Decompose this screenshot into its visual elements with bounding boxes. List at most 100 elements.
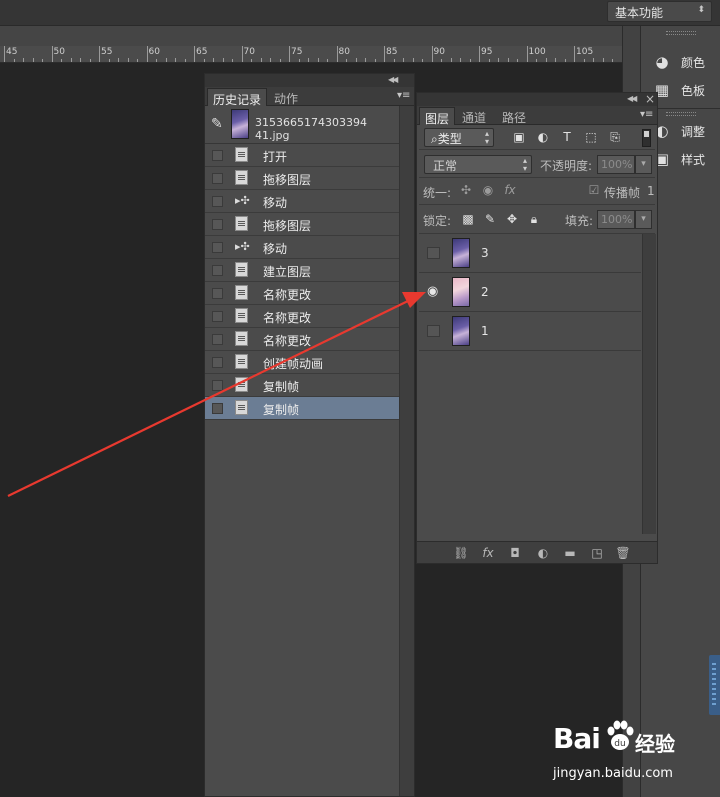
history-source-checkbox[interactable]	[212, 357, 223, 368]
new-group-icon[interactable]: ▬	[562, 545, 578, 561]
unify-position-icon[interactable]: ✣	[459, 183, 473, 197]
dock-item-styles[interactable]: ▣ 样式	[651, 148, 717, 170]
history-row[interactable]: 复制帧	[205, 374, 399, 397]
history-source-checkbox[interactable]	[212, 173, 223, 184]
dock-item-color[interactable]: ◕ 颜色	[651, 51, 717, 73]
ruler-minor-tick	[365, 58, 366, 62]
layer-kind-filter[interactable]: ⌕类型 ▴ ▾	[424, 128, 494, 147]
document-icon	[235, 262, 253, 278]
baidu-watermark: Bai du 经验 jingyan.baidu.com	[553, 718, 683, 790]
tab-actions[interactable]: 动作	[269, 88, 303, 106]
fill-field[interactable]: 100%	[597, 210, 635, 229]
lock-paint-icon[interactable]: ✎	[483, 212, 497, 226]
history-row[interactable]: 名称更改	[205, 282, 399, 305]
visibility-toggle[interactable]	[427, 325, 440, 337]
unify-style-icon[interactable]: fx	[503, 183, 517, 197]
tab-channels[interactable]: 通道	[457, 107, 491, 125]
history-row-label: 拖移图层	[263, 173, 312, 187]
layers-list: 3 ◉ 2 1	[419, 234, 641, 351]
panel-menu-icon[interactable]: ▾≡	[640, 109, 653, 120]
new-adjustment-icon[interactable]: ◐	[535, 545, 551, 561]
dock-item-swatches[interactable]: ▦ 色板	[651, 79, 717, 101]
dock-grip[interactable]	[666, 31, 696, 35]
document-icon	[235, 400, 253, 416]
horizontal-ruler[interactable]: 45505560657075808590951001051	[0, 46, 622, 63]
collapse-icon[interactable]: ◀◀	[627, 94, 637, 103]
history-row[interactable]: ▸✣ 移动	[205, 236, 399, 259]
timeline-side-tab[interactable]	[709, 655, 720, 715]
panel-tabs: 图层 通道 路径 ▾≡	[417, 106, 657, 126]
ruler-minor-tick	[602, 58, 604, 62]
dock-item-adjustments[interactable]: ◐ 调整	[651, 120, 717, 142]
layers-scrollbar[interactable]	[642, 234, 656, 534]
history-row[interactable]: 创建帧动画	[205, 351, 399, 374]
propagate-checkbox[interactable]: ☑	[587, 183, 601, 197]
dock-grip[interactable]	[666, 112, 696, 116]
history-source-checkbox[interactable]	[212, 403, 223, 414]
history-source-checkbox[interactable]	[212, 288, 223, 299]
history-row[interactable]: ▸✣ 移动	[205, 190, 399, 213]
ruler-minor-tick	[393, 59, 395, 62]
lock-position-icon[interactable]: ✥	[505, 212, 519, 226]
unify-row: 统一: ✣ ◉ fx ☑ 传播帧 1	[419, 178, 655, 205]
history-row[interactable]: 打开	[205, 144, 399, 167]
pixel-filter-icon[interactable]: ▣	[512, 130, 526, 144]
history-source-checkbox[interactable]	[212, 150, 223, 161]
filter-toggle[interactable]	[642, 129, 651, 147]
lock-transparent-icon[interactable]: ▩	[461, 212, 475, 226]
ruler-minor-tick	[441, 59, 442, 62]
history-source-checkbox[interactable]	[212, 380, 223, 391]
history-row[interactable]: 拖移图层	[205, 167, 399, 190]
unify-visibility-icon[interactable]: ◉	[481, 183, 495, 197]
visibility-toggle[interactable]	[427, 247, 440, 259]
layer-row[interactable]: 3	[419, 234, 641, 273]
add-style-icon[interactable]: fx	[480, 545, 496, 561]
opacity-dropdown[interactable]: ▾	[635, 155, 652, 174]
history-source-checkbox[interactable]	[212, 242, 223, 253]
layers-footer: ⛓ fx ◘ ◐ ▬ ◳ 🗑︎	[417, 541, 657, 563]
history-source-checkbox[interactable]	[212, 196, 223, 207]
history-source-checkbox[interactable]	[212, 311, 223, 322]
tab-layers[interactable]: 图层	[419, 107, 456, 126]
tab-history[interactable]: 历史记录	[207, 88, 268, 107]
document-icon	[235, 354, 253, 370]
shape-filter-icon[interactable]: ⬚	[584, 130, 598, 144]
history-source-checkbox[interactable]	[212, 265, 223, 276]
history-brush-icon[interactable]: ✎	[211, 116, 223, 132]
link-layers-icon[interactable]: ⛓	[453, 545, 469, 561]
eye-icon[interactable]: ◉	[427, 285, 440, 298]
history-row[interactable]: 名称更改	[205, 305, 399, 328]
history-row[interactable]: 复制帧	[205, 397, 399, 420]
history-row[interactable]: 建立图层	[205, 259, 399, 282]
layer-row[interactable]: ◉ 2	[419, 273, 641, 312]
add-mask-icon[interactable]: ◘	[507, 545, 523, 561]
adjustment-filter-icon[interactable]: ◐	[536, 130, 550, 144]
palette-icon: ◕	[655, 53, 669, 71]
history-source-checkbox[interactable]	[212, 334, 223, 345]
trash-icon[interactable]: 🗑︎	[615, 545, 631, 561]
ruler-minor-tick	[32, 58, 34, 62]
dock-item-label: 颜色	[681, 56, 706, 70]
history-source-checkbox[interactable]	[212, 219, 223, 230]
panel-menu-icon[interactable]: ▾≡	[397, 90, 410, 101]
close-icon[interactable]: ×	[645, 92, 655, 106]
ruler-major-tick	[4, 46, 5, 62]
smart-object-filter-icon[interactable]: ⎘	[608, 130, 622, 144]
blend-mode-select[interactable]: 正常 ▴ ▾	[424, 155, 532, 174]
type-filter-icon[interactable]: T	[560, 130, 574, 144]
lock-all-icon[interactable]: 🔒︎	[527, 212, 541, 226]
collapse-icon[interactable]: ◀◀	[388, 75, 398, 84]
layer-row[interactable]: 1	[419, 312, 641, 351]
ruler-minor-tick	[270, 58, 271, 62]
tab-paths[interactable]: 路径	[497, 107, 531, 125]
opacity-field[interactable]: 100%	[597, 155, 635, 174]
new-layer-icon[interactable]: ◳	[589, 545, 605, 561]
ruler-minor-tick	[108, 59, 110, 62]
history-row[interactable]: 名称更改	[205, 328, 399, 351]
history-row-label: 移动	[263, 242, 288, 256]
history-row[interactable]: 拖移图层	[205, 213, 399, 236]
history-scrollbar[interactable]	[399, 106, 414, 796]
workspace-switcher[interactable]: 基本功能 ⬍	[607, 1, 712, 22]
fill-dropdown[interactable]: ▾	[635, 210, 652, 229]
history-snapshot[interactable]: ✎ 3153665174303394​41.jpg	[205, 106, 399, 144]
